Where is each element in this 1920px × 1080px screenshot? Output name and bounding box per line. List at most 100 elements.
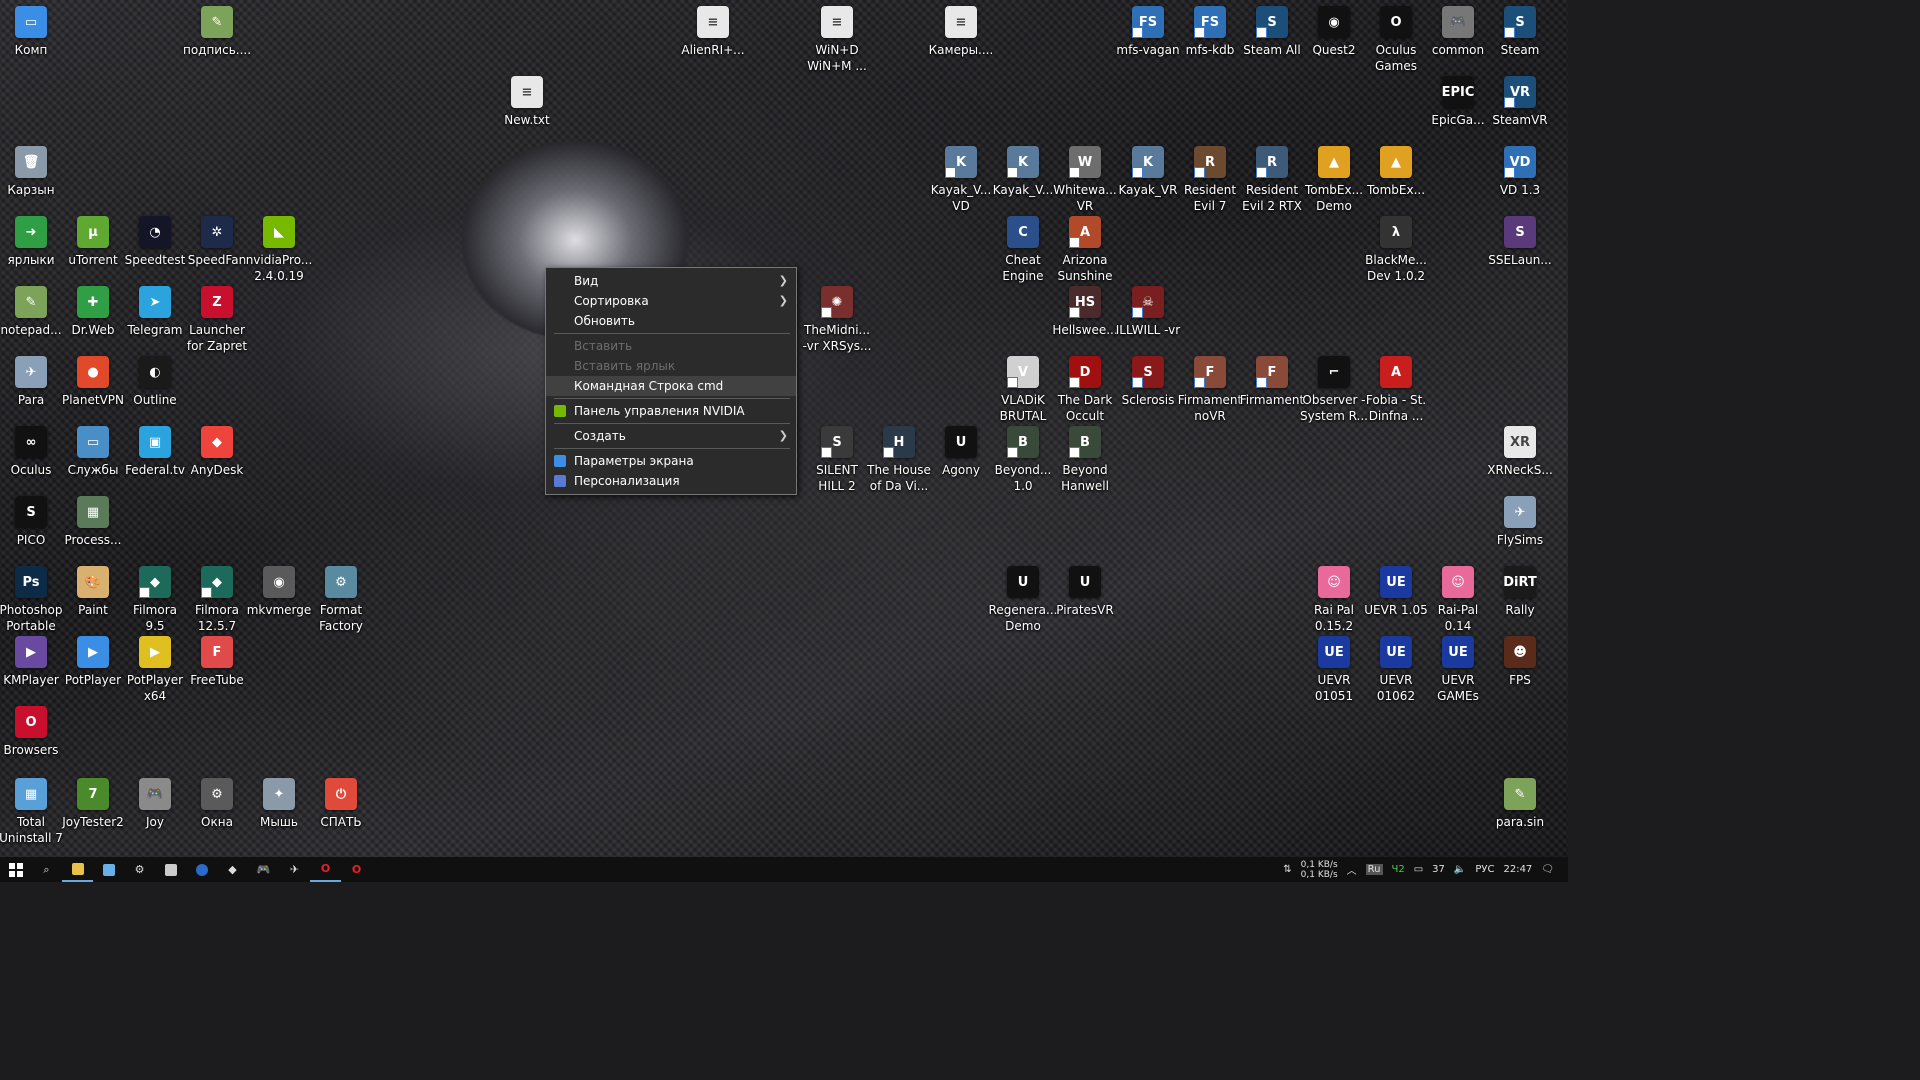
desktop-icon-joy[interactable]: 🎮 Joy (124, 778, 186, 830)
ch-badge[interactable]: Ч2 (1392, 864, 1405, 875)
desktop[interactable]: ▭ Комп ✎ подпись.... ≡ AlienRI+... ≡ WiN+D WiN+… (0, 0, 1568, 857)
desktop-icon-telegram[interactable]: ➤ Telegram (124, 286, 186, 338)
desktop-icon-mfskdb[interactable]: FS mfs-kdb (1179, 6, 1241, 58)
taskbar-explorer[interactable] (62, 857, 93, 882)
desktop-icon-sclerosis[interactable]: S Sclerosis (1117, 356, 1179, 408)
desktop-icon-uevr105[interactable]: UE UEVR 1.05 (1364, 566, 1428, 618)
ru-badge[interactable]: Ru (1365, 864, 1383, 875)
desktop-icon-agony[interactable]: U Agony (930, 426, 992, 478)
desktop-icon-wind[interactable]: ≡ WiN+D WiN+M ... (806, 6, 868, 74)
start-button[interactable] (0, 857, 31, 882)
notification-icon[interactable]: 🗨 (1541, 864, 1554, 875)
desktop-icon-arizona[interactable]: A Arizona Sunshine (1054, 216, 1116, 284)
desktop-icon-piratesvr[interactable]: U PiratesVR (1054, 566, 1116, 618)
menu-item-nvidia[interactable]: Панель управления NVIDIA (546, 401, 796, 421)
desktop-icon-alienri[interactable]: ≡ AlienRI+... (681, 6, 745, 58)
desktop-icon-kayakvd[interactable]: K Kayak_V... VD (930, 146, 992, 214)
taskbar-opera[interactable]: O (310, 857, 341, 882)
desktop-icon-regenera[interactable]: U Regenera... Demo (989, 566, 1057, 634)
desktop-icon-kmplayer[interactable]: ▶ KMPlayer (0, 636, 62, 688)
desktop-icon-re2[interactable]: R Resident Evil 2 RTX (1241, 146, 1303, 214)
menu-item-view[interactable]: Вид ❯ (546, 271, 796, 291)
desktop-icon-podpis[interactable]: ✎ подпись.... (183, 6, 251, 58)
desktop-icon-sselaun[interactable]: S SSELaun... (1488, 216, 1552, 268)
menu-item-personalize[interactable]: Персонализация (546, 471, 796, 491)
chevron-up-icon[interactable]: ︿ (1347, 862, 1357, 877)
desktop-icon-steamall[interactable]: S Steam All (1241, 6, 1303, 58)
taskbar-calculator[interactable] (155, 857, 186, 882)
desktop-icon-potplayer64[interactable]: ▶ PotPlayer x64 (124, 636, 186, 704)
desktop-icon-silenthill[interactable]: S SILENT HILL 2 (806, 426, 868, 494)
taskbar-app-blue[interactable] (186, 857, 217, 882)
taskbar-settings[interactable]: ⚙ (124, 857, 155, 882)
search-button[interactable]: ⌕ (31, 857, 62, 882)
desktop-icon-themidnight[interactable]: ✺ TheMidni... -vr XRSys... (803, 286, 871, 354)
desktop-icon-okna[interactable]: ⚙ Окна (186, 778, 248, 830)
desktop-icon-fps[interactable]: ☻ FPS (1489, 636, 1551, 688)
desktop-icon-illwill[interactable]: ☠ ILLWILL -vr (1116, 286, 1180, 338)
desktop-icon-notepad[interactable]: ✎ notepad... (0, 286, 62, 338)
desktop-icon-planetvpn[interactable]: ● PlanetVPN (62, 356, 124, 408)
volume-icon[interactable]: 🔈 (1454, 864, 1466, 875)
desktop-icon-komp[interactable]: ▭ Комп (0, 6, 62, 58)
desktop-icon-raipal015[interactable]: ☺ Rai Pal 0.15.2 (1303, 566, 1365, 634)
desktop-icon-blackmesa[interactable]: λ BlackMe... Dev 1.0.2 (1365, 216, 1427, 284)
desktop-icon-xrnecks[interactable]: XR XRNeckS... (1487, 426, 1553, 478)
menu-item-cmd[interactable]: Командная Строка cmd (546, 376, 796, 396)
desktop-icon-whitewater[interactable]: W Whitewa... VR (1053, 146, 1117, 214)
desktop-icon-sluzhby[interactable]: ▭ Службы (62, 426, 124, 478)
desktop-icon-formatfactory[interactable]: ⚙ Format Factory (310, 566, 372, 634)
desktop-icon-uevrgames[interactable]: UE UEVR GAMEs (1427, 636, 1489, 704)
desktop-icon-tombex[interactable]: ▲ TombEx... (1365, 146, 1427, 198)
desktop-icon-cheatengine[interactable]: C Cheat Engine (992, 216, 1054, 284)
desktop-icon-hellsweeper[interactable]: HS Hellswee... (1052, 286, 1118, 338)
desktop-icon-drweb[interactable]: ✚ Dr.Web (62, 286, 124, 338)
desktop-icon-common[interactable]: 🎮 common (1427, 6, 1489, 58)
desktop-icon-darkoccult[interactable]: D The Dark Occult (1054, 356, 1116, 424)
desktop-icon-newtxt[interactable]: ≡ New.txt (496, 76, 558, 128)
desktop-icon-quest2[interactable]: ◉ Quest2 (1303, 6, 1365, 58)
desktop-icon-filmora95[interactable]: ◆ Filmora 9.5 (124, 566, 186, 634)
desktop-icon-totaluninstall[interactable]: ▦ Total Uninstall 7 (0, 778, 63, 846)
desktop-icon-filmora12[interactable]: ◆ Filmora 12.5.7 (186, 566, 248, 634)
desktop-icon-photoshop[interactable]: Ps Photoshop Portable (0, 566, 63, 634)
network-share-icon[interactable]: ⇅ (1283, 864, 1291, 875)
desktop-icon-freetube[interactable]: F FreeTube (186, 636, 248, 688)
menu-item-sort[interactable]: Сортировка ❯ (546, 291, 796, 311)
desktop-icon-re7[interactable]: R Resident Evil 7 (1179, 146, 1241, 214)
desktop-icon-pico[interactable]: S PICO (0, 496, 62, 548)
desktop-icon-zapret[interactable]: Z Launcher for Zapret (186, 286, 248, 354)
desktop-icon-para[interactable]: ✈ Para (0, 356, 62, 408)
desktop-icon-karzyn[interactable]: 🗑 Карзын (0, 146, 62, 198)
clock[interactable]: 22:47 (1503, 864, 1532, 875)
desktop-icon-davinci[interactable]: H The House of Da Vi... (867, 426, 931, 494)
desktop-icon-steamvr[interactable]: VR SteamVR (1489, 76, 1551, 128)
desktop-icon-joytester[interactable]: 7 JoyTester2 (62, 778, 124, 830)
desktop-icon-oculus[interactable]: ∞ Oculus (0, 426, 62, 478)
menu-item-create[interactable]: Создать ❯ (546, 426, 796, 446)
desktop-icon-speedtest[interactable]: ◔ Speedtest (124, 216, 186, 268)
desktop-icon-spat[interactable]: ⏻ СПАТЬ (310, 778, 372, 830)
desktop-icon-beyond10[interactable]: B Beyond... 1.0 (992, 426, 1054, 494)
taskbar-opera-gx[interactable]: O (341, 857, 372, 882)
desktop-icon-firmament[interactable]: F Firmament (1240, 356, 1304, 408)
language-indicator[interactable]: РУС (1475, 864, 1494, 875)
desktop-icon-potplayer[interactable]: ▶ PotPlayer (62, 636, 124, 688)
desktop-icon-hanwell[interactable]: B Beyond Hanwell (1054, 426, 1116, 494)
desktop-icon-parasin[interactable]: ✎ para.sin (1489, 778, 1551, 830)
desktop-icon-yarlyki[interactable]: ➜ ярлыки (0, 216, 62, 268)
menu-item-refresh[interactable]: Обновить (546, 311, 796, 331)
desktop-icon-browsers[interactable]: O Browsers (0, 706, 62, 758)
desktop-icon-mkvmerge[interactable]: ◉ mkvmerge (247, 566, 311, 618)
desktop-icon-observer[interactable]: ⌐ Observer - System R... (1300, 356, 1368, 424)
network-icon[interactable]: ▭ (1414, 864, 1423, 875)
desktop-icon-uevr01062[interactable]: UE UEVR 01062 (1365, 636, 1427, 704)
taskbar-tag[interactable]: ◆ (217, 857, 248, 882)
desktop-icon-process[interactable]: ▦ Process... (62, 496, 124, 548)
desktop-icon-oculusgames[interactable]: O Oculus Games (1365, 6, 1427, 74)
desktop-icon-kayakvr[interactable]: K Kayak_VR (1117, 146, 1179, 198)
taskbar-plane[interactable]: ✈ (279, 857, 310, 882)
desktop-icon-fobia[interactable]: A Fobia - St. Dinfna ... (1365, 356, 1427, 424)
desktop-icon-mysh[interactable]: ✦ Мышь (248, 778, 310, 830)
taskbar-gamepad[interactable]: 🎮 (248, 857, 279, 882)
